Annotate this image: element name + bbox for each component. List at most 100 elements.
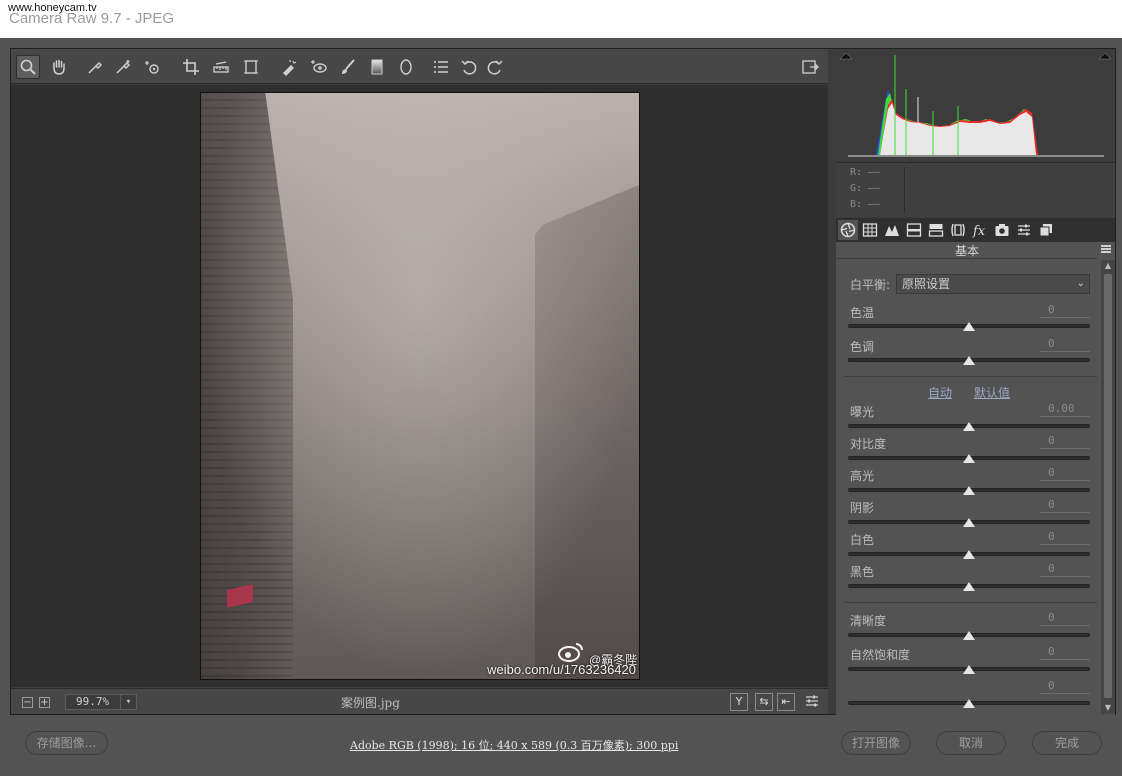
tab-hsl[interactable] — [904, 220, 924, 240]
preview-image[interactable]: @霸冬陛 weibo.com/u/1763236420 — [200, 92, 640, 680]
tab-basic[interactable] — [838, 220, 858, 240]
watermark-text: www.honeycam.tv — [8, 2, 97, 14]
slider-label: 白色 — [850, 533, 875, 547]
weibo-logo-icon — [558, 643, 583, 662]
white-balance-icon[interactable] — [83, 55, 107, 79]
slider-value[interactable]: 0 — [1040, 679, 1090, 694]
slider-label: 曝光 — [850, 405, 875, 419]
scroll-up-icon[interactable]: ▲ — [1103, 261, 1113, 271]
slider-thumb[interactable] — [963, 582, 975, 591]
mountain-icon — [885, 225, 899, 236]
aperture-icon — [840, 222, 856, 238]
slider-thumb[interactable] — [963, 356, 975, 365]
slider-thumb[interactable] — [963, 699, 975, 708]
preferences-icon[interactable] — [429, 55, 453, 79]
rotate-cw-icon[interactable] — [483, 55, 507, 79]
tab-camera-calibration[interactable] — [992, 220, 1012, 240]
zoom-in-button[interactable]: + — [39, 697, 50, 708]
workflow-options-link[interactable]: Adobe RGB (1998); 16 位; 440 x 589 (0.3 百… — [350, 737, 678, 753]
slider-value[interactable]: 0 — [1040, 434, 1090, 449]
adjustment-brush-icon[interactable] — [336, 55, 360, 79]
slider-value[interactable]: 0 — [1040, 562, 1090, 577]
blue-readout: B: —— — [850, 199, 881, 210]
hand-icon[interactable] — [47, 55, 71, 79]
slider-value[interactable]: 0 — [1040, 337, 1090, 352]
slider-thumb[interactable] — [963, 631, 975, 640]
panel-scrollbar[interactable]: ▲ ▼ — [1101, 260, 1115, 714]
preview-statusbar: − + 99.7% ▾ 案例图.jpg Y ⇆ ⇤ — [11, 688, 828, 714]
save-image-button[interactable]: 存储图像... — [25, 731, 108, 755]
radial-filter-icon[interactable] — [394, 55, 418, 79]
graduated-filter-icon[interactable] — [365, 55, 389, 79]
cancel-button[interactable]: 取消 — [936, 731, 1006, 755]
svg-text:fx: fx — [972, 224, 986, 238]
histogram-graph — [839, 52, 1112, 157]
toolbar — [11, 49, 828, 84]
panel-title: 基本 — [836, 242, 1098, 259]
slider-thumb[interactable] — [963, 518, 975, 527]
preview-settings-icon[interactable] — [803, 693, 821, 711]
auto-link[interactable]: 自动 — [928, 384, 952, 401]
shadow-clipping-icon — [839, 52, 853, 60]
targeted-adjustment-icon[interactable] — [141, 55, 165, 79]
slider-value[interactable]: 0.00 — [1040, 402, 1090, 417]
lens-icon — [951, 223, 965, 237]
slider-thumb[interactable] — [963, 454, 975, 463]
slider-value[interactable]: 0 — [1040, 498, 1090, 513]
chevron-down-icon: ⌄ — [1076, 278, 1085, 289]
tab-split-toning[interactable] — [926, 220, 946, 240]
slider-value[interactable]: 0 — [1040, 466, 1090, 481]
tab-detail[interactable] — [882, 220, 902, 240]
transform-icon[interactable] — [239, 55, 263, 79]
haze-overlay — [201, 93, 639, 679]
slider-thumb[interactable] — [963, 322, 975, 331]
copy-settings-button[interactable]: ⇤ — [777, 693, 795, 711]
spot-removal-icon[interactable] — [277, 55, 301, 79]
scroll-down-icon[interactable]: ▼ — [1103, 703, 1113, 713]
title-bar: Camera Raw 9.7 - JPEG www.honeycam.tv — [0, 0, 1122, 38]
tab-tone-curve[interactable] — [860, 220, 880, 240]
open-image-button[interactable]: 打开图像 — [841, 731, 911, 755]
before-after-toggle[interactable]: Y — [730, 693, 748, 711]
crop-icon[interactable] — [179, 55, 203, 79]
slider-value[interactable]: 0 — [1040, 611, 1090, 626]
slider-thumb[interactable] — [963, 665, 975, 674]
rotate-ccw-icon[interactable] — [457, 55, 481, 79]
histogram — [836, 49, 1115, 161]
section-divider — [844, 376, 1097, 377]
default-link[interactable]: 默认值 — [974, 384, 1010, 401]
slider-label: 自然饱和度 — [850, 648, 911, 662]
slider-label: 高光 — [850, 469, 875, 483]
slider-thumb[interactable] — [963, 486, 975, 495]
tab-presets[interactable] — [1014, 220, 1034, 240]
zoom-level-select[interactable]: 99.7% ▾ — [65, 694, 137, 710]
rgb-readout: R: —— G: —— B: —— — [836, 162, 1115, 217]
swap-before-after-button[interactable]: ⇆ — [755, 693, 773, 711]
grid-icon — [862, 223, 878, 237]
slider-value[interactable]: 0 — [1040, 303, 1090, 318]
tab-lens[interactable] — [948, 220, 968, 240]
slider-value[interactable]: 0 — [1040, 645, 1090, 660]
slider-value[interactable]: 0 — [1040, 530, 1090, 545]
fullscreen-icon[interactable] — [798, 55, 822, 79]
white-balance-select[interactable]: 原照设置 ⌄ — [896, 274, 1090, 294]
zoom-icon[interactable] — [16, 55, 40, 79]
straighten-icon[interactable] — [209, 55, 233, 79]
zoom-level-value: 99.7% — [76, 695, 110, 708]
color-sampler-icon[interactable] — [111, 55, 135, 79]
done-button[interactable]: 完成 — [1032, 731, 1102, 755]
slider-label: 色调 — [850, 340, 875, 354]
panel-menu-icon[interactable] — [1101, 245, 1111, 253]
tab-effects[interactable]: fx — [970, 220, 990, 240]
readout-divider — [904, 167, 905, 213]
zoom-out-button[interactable]: − — [22, 697, 33, 708]
fx-icon: fx — [972, 224, 986, 238]
red-eye-icon[interactable] — [307, 55, 331, 79]
slider-thumb[interactable] — [963, 422, 975, 431]
hsl-icon — [906, 223, 922, 237]
slider-thumb[interactable] — [963, 550, 975, 559]
scroll-thumb[interactable] — [1104, 274, 1112, 698]
slider-label: 清晰度 — [850, 614, 887, 628]
white-balance-label: 白平衡: — [850, 278, 891, 292]
tab-snapshots[interactable] — [1036, 220, 1056, 240]
